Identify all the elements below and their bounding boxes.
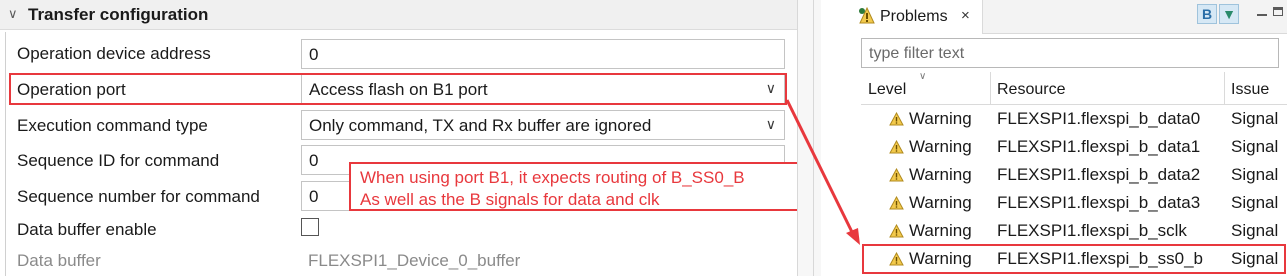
- annotation-line-2: As well as the B signals for data and cl…: [360, 190, 660, 209]
- minimize-icon[interactable]: [1257, 14, 1267, 16]
- maximize-icon[interactable]: [1273, 7, 1283, 16]
- data-buffer-value: FLEXSPI1_Device_0_buffer: [308, 251, 521, 270]
- sort-indicator-icon: ∨: [919, 71, 927, 82]
- section-header[interactable]: ∨ Transfer configuration: [0, 0, 797, 30]
- table-header: Level ∨ Resource Issue: [861, 71, 1287, 105]
- field-value: Only command, TX and Rx buffer are ignor…: [309, 116, 652, 135]
- annotation-line-1: When using port B1, it expects routing o…: [360, 168, 745, 187]
- table-row[interactable]: Warning FLEXSPI1.flexspi_b_data2 Signal: [861, 161, 1287, 189]
- data-buffer-enable-checkbox[interactable]: [301, 218, 319, 236]
- field-value: 0: [309, 45, 319, 64]
- warning-icon: [889, 112, 904, 126]
- cell-resource: FLEXSPI1.flexspi_b_data2: [997, 165, 1201, 184]
- label-operation-device-address: Operation device address: [17, 44, 211, 63]
- table-row[interactable]: Warning FLEXSPI1.flexspi_b_sclk Signal: [861, 217, 1287, 245]
- cell-resource: FLEXSPI1.flexspi_b_data0: [997, 109, 1201, 128]
- table-row[interactable]: Warning FLEXSPI1.flexspi_b_data3 Signal: [861, 189, 1287, 217]
- execution-command-type-select[interactable]: Only command, TX and Rx buffer are ignor…: [301, 110, 785, 140]
- field-value: 0: [309, 187, 319, 206]
- label-sequence-id: Sequence ID for command: [17, 151, 220, 170]
- warning-icon: [889, 140, 904, 154]
- problems-icon: [859, 6, 875, 24]
- vertical-scrollbar[interactable]: [813, 0, 814, 276]
- cell-issue: Signal: [1231, 221, 1279, 240]
- tab-problems[interactable]: Problems ×: [853, 0, 983, 34]
- problems-view: Problems × B ▼ type filter text Level ∨ …: [853, 0, 1287, 276]
- chevron-down-icon[interactable]: ∨: [8, 6, 18, 22]
- label-data-buffer: Data buffer: [17, 251, 101, 270]
- field-value: 0: [309, 151, 319, 170]
- cell-level: Warning: [909, 137, 972, 156]
- cell-level: Warning: [909, 193, 972, 212]
- filter-placeholder: type filter text: [869, 45, 965, 62]
- column-divider[interactable]: [1224, 72, 1225, 105]
- cell-level: Warning: [909, 109, 972, 128]
- cell-resource: FLEXSPI1.flexspi_b_sclk: [997, 221, 1187, 240]
- cell-level: Warning: [909, 165, 972, 184]
- filter-icon[interactable]: ▼: [1219, 4, 1239, 24]
- cell-level: Warning: [909, 221, 972, 240]
- filter-input[interactable]: type filter text: [861, 38, 1279, 68]
- cell-issue: Signal: [1231, 137, 1279, 156]
- chevron-down-icon[interactable]: ∨: [766, 116, 776, 133]
- transfer-configuration-panel: ∨ Transfer configuration Operation devic…: [0, 0, 797, 276]
- operation-device-address-input[interactable]: 0: [301, 39, 785, 69]
- warning-icon: [889, 168, 904, 182]
- section-title: Transfer configuration: [28, 5, 209, 24]
- warning-row-highlight: [862, 244, 1286, 274]
- column-divider[interactable]: [990, 72, 991, 105]
- warning-icon: [889, 224, 904, 238]
- label-sequence-number: Sequence number for command: [17, 187, 260, 206]
- close-icon[interactable]: ×: [961, 7, 970, 24]
- annotation-callout: When using port B1, it expects routing o…: [349, 162, 809, 211]
- tab-title: Problems: [880, 8, 948, 25]
- cell-issue: Signal: [1231, 193, 1279, 212]
- table-row[interactable]: Warning FLEXSPI1.flexspi_b_data0 Signal: [861, 105, 1287, 133]
- cell-resource: FLEXSPI1.flexspi_b_data1: [997, 137, 1201, 156]
- warning-icon: [889, 196, 904, 210]
- label-data-buffer-enable: Data buffer enable: [17, 220, 157, 239]
- operation-port-highlight: [9, 73, 787, 105]
- column-header-issue[interactable]: Issue: [1231, 81, 1269, 99]
- tab-strip: Problems × B ▼: [853, 0, 1287, 34]
- cell-issue: Signal: [1231, 109, 1279, 128]
- panel-separator: [797, 0, 821, 276]
- cell-resource: FLEXSPI1.flexspi_b_data3: [997, 193, 1201, 212]
- cell-issue: Signal: [1231, 165, 1279, 184]
- column-header-resource[interactable]: Resource: [997, 81, 1065, 99]
- column-header-level[interactable]: Level: [868, 81, 906, 99]
- label-execution-command-type: Execution command type: [17, 116, 208, 135]
- toolbar-b-button[interactable]: B: [1197, 4, 1217, 24]
- table-row[interactable]: Warning FLEXSPI1.flexspi_b_data1 Signal: [861, 133, 1287, 161]
